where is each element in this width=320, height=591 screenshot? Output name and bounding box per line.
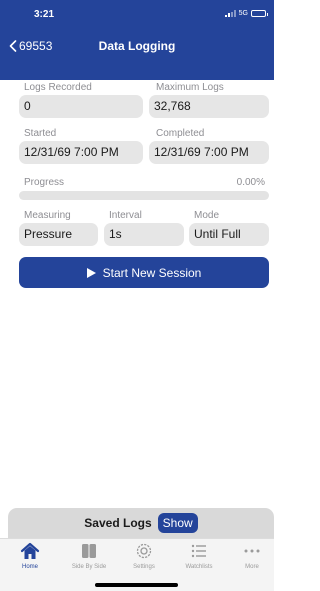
start-new-session-label: Start New Session — [102, 265, 202, 280]
home-indicator — [95, 583, 178, 587]
saved-logs-bar: Saved Logs Show — [8, 508, 274, 538]
progress-label: Progress — [24, 177, 65, 188]
tab-home-label: Home — [21, 564, 38, 570]
more-icon — [244, 549, 260, 553]
page-title: Data Logging — [98, 39, 176, 53]
status-time: 3:21 — [34, 9, 55, 20]
completed-label: Completed — [156, 128, 205, 139]
status-indicators: 5G — [224, 10, 268, 17]
logs-recorded-field: 0 — [19, 95, 143, 118]
status-bar: 3:21 5G — [0, 0, 274, 34]
play-icon — [86, 267, 96, 278]
started-field: 12/31/69 7:00 PM — [19, 141, 143, 164]
tab-home[interactable]: Home — [3, 542, 57, 570]
tab-side-by-side-label: Side By Side — [71, 564, 107, 570]
tab-more[interactable]: More — [225, 542, 279, 570]
interval-label: Interval — [109, 210, 142, 221]
tab-more-label: More — [245, 564, 259, 570]
completed-field: 12/31/69 7:00 PM — [149, 141, 269, 164]
interval-select[interactable]: 1s — [104, 223, 184, 246]
signal-icon — [224, 10, 236, 17]
maximum-logs-label: Maximum Logs — [156, 82, 224, 93]
measuring-label: Measuring — [24, 210, 71, 221]
show-saved-logs-button[interactable]: Show — [157, 513, 198, 533]
list-icon — [191, 544, 206, 558]
maximum-logs-field[interactable]: 32,768 — [149, 95, 269, 118]
battery-icon — [251, 10, 268, 17]
tab-watchlists-label: Watchlists — [185, 564, 213, 570]
tab-settings[interactable]: Settings — [117, 542, 171, 570]
logs-recorded-label: Logs Recorded — [24, 82, 92, 93]
progress-bar — [19, 191, 269, 200]
mode-label: Mode — [194, 210, 220, 221]
gear-icon — [136, 543, 152, 559]
home-icon — [20, 542, 40, 559]
start-new-session-button[interactable]: Start New Session — [19, 257, 269, 288]
side-by-side-icon — [82, 544, 96, 558]
network-label: 5G — [238, 10, 248, 17]
tab-settings-label: Settings — [133, 564, 155, 570]
navigation-bar: 69553 Data Logging — [0, 34, 274, 80]
progress-percent: 0.00% — [236, 177, 265, 188]
tab-side-by-side[interactable]: Side By Side — [62, 542, 116, 570]
mode-select[interactable]: Until Full — [189, 223, 269, 246]
started-label: Started — [24, 128, 57, 139]
measuring-select[interactable]: Pressure — [19, 223, 98, 246]
saved-logs-title: Saved Logs — [84, 516, 152, 530]
tab-watchlists[interactable]: Watchlists — [172, 542, 226, 570]
